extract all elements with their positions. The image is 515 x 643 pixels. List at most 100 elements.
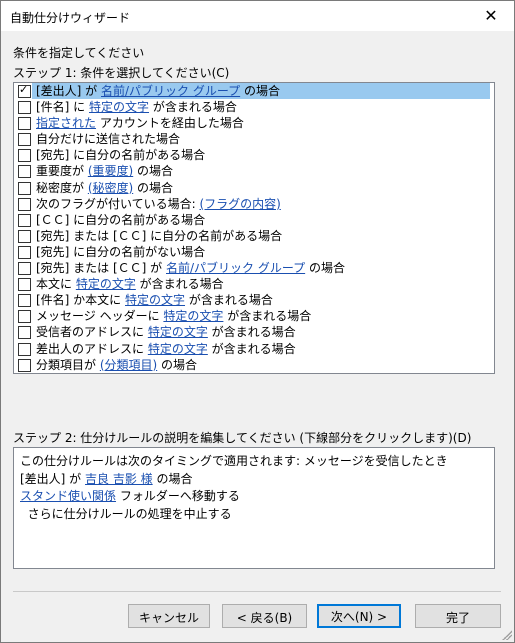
condition-checkbox[interactable]: [18, 165, 31, 179]
condition-label: [宛先] に自分の名前がある場合: [36, 148, 205, 162]
condition-item[interactable]: 分類項目が (分類項目) の場合: [14, 357, 494, 373]
condition-item[interactable]: 本文に 特定の文字 が含まれる場合: [14, 276, 494, 292]
condition-item[interactable]: [件名] か本文に 特定の文字 が含まれる場合: [14, 292, 494, 308]
editable-link[interactable]: (分類項目): [100, 358, 157, 372]
condition-label: [宛先] または [ＣＣ] が 名前/パブリック グループ の場合: [36, 261, 345, 275]
condition-checkbox[interactable]: [18, 262, 31, 276]
button-separator: [13, 591, 501, 592]
condition-text: の場合: [305, 261, 345, 276]
condition-text: が含まれる場合: [149, 100, 237, 115]
condition-label: [ＣＣ] に自分の名前がある場合: [36, 213, 205, 227]
condition-checkbox[interactable]: [18, 213, 31, 227]
condition-text: この仕分けルールは次のタイミングで適用されます: メッセージを受信したとき: [20, 454, 448, 468]
condition-text: さらに仕分けルールの処理を中止する: [20, 506, 232, 521]
description-line: スタンド使い関係 フォルダーへ移動する: [20, 487, 240, 504]
condition-checkbox[interactable]: [18, 101, 31, 115]
condition-label: 秘密度が (秘密度) の場合: [36, 181, 173, 195]
resize-grip[interactable]: [502, 630, 512, 640]
condition-checkbox[interactable]: [18, 342, 31, 356]
condition-item[interactable]: 次のフラグが付いている場合: (フラグの内容): [14, 196, 494, 212]
condition-item[interactable]: 指定された アカウントを経由した場合: [14, 115, 494, 131]
condition-label: [宛先] に自分の名前がない場合: [36, 245, 205, 259]
condition-text: の場合: [152, 471, 193, 486]
finish-button[interactable]: 完了: [415, 604, 501, 628]
next-button[interactable]: 次へ(N) >: [317, 604, 401, 628]
condition-checkbox[interactable]: [18, 310, 31, 324]
condition-text: フォルダーへ移動する: [116, 489, 240, 503]
condition-checkbox[interactable]: [18, 294, 31, 308]
condition-checkbox[interactable]: [18, 149, 31, 163]
condition-item[interactable]: 差出人のアドレスに 特定の文字 が含まれる場合: [14, 341, 494, 357]
condition-checkbox[interactable]: [18, 133, 31, 147]
title-bar: 自動仕分けウィザード ✕: [1, 1, 514, 31]
condition-checkbox[interactable]: [18, 117, 31, 131]
editable-link[interactable]: 特定の文字: [76, 277, 136, 291]
description-line: この仕分けルールは次のタイミングで適用されます: メッセージを受信したとき: [20, 452, 448, 469]
editable-link[interactable]: 特定の文字: [148, 325, 208, 339]
condition-text: [宛先] に自分の名前がある場合: [36, 148, 206, 163]
editable-link[interactable]: スタンド使い関係: [20, 489, 116, 503]
editable-link[interactable]: (重要度): [88, 164, 133, 178]
condition-text: の場合: [157, 357, 198, 372]
condition-text: が含まれる場合: [135, 277, 224, 292]
condition-item[interactable]: [宛先] に自分の名前がある場合: [14, 147, 494, 163]
condition-label: [件名] に 特定の文字 が含まれる場合: [36, 100, 237, 114]
condition-item[interactable]: [ＣＣ] に自分の名前がある場合: [14, 212, 494, 228]
condition-checkbox[interactable]: [18, 358, 31, 372]
editable-link[interactable]: 吉良 吉影 様: [85, 472, 153, 486]
condition-label: 分類項目が (分類項目) の場合: [36, 358, 197, 372]
condition-text: 本文に: [36, 277, 76, 292]
condition-item[interactable]: [件名] に 特定の文字 が含まれる場合: [14, 99, 494, 115]
condition-item[interactable]: 秘密度が (秘密度) の場合: [14, 180, 494, 196]
condition-checkbox[interactable]: [18, 245, 31, 259]
condition-checkbox[interactable]: ✓: [18, 83, 31, 98]
condition-text: の場合: [240, 84, 280, 98]
editable-link[interactable]: (秘密度): [88, 181, 133, 195]
back-button[interactable]: < 戻る(B): [222, 604, 307, 628]
condition-item[interactable]: [宛先] または [ＣＣ] が 名前/パブリック グループ の場合: [14, 260, 494, 276]
condition-label: 重要度が (重要度) の場合: [36, 164, 173, 178]
conditions-listbox[interactable]: ✓ [差出人] が 名前/パブリック グループ の場合 [件名] に 特定の文字 が…: [13, 82, 495, 374]
cancel-button[interactable]: キャンセル: [128, 604, 210, 628]
condition-text: の場合: [133, 164, 174, 179]
condition-item[interactable]: ✓ [差出人] が 名前/パブリック グループ の場合: [14, 83, 494, 99]
condition-checkbox[interactable]: [18, 197, 31, 211]
condition-checkbox[interactable]: [18, 326, 31, 340]
condition-text: 重要度が: [36, 164, 88, 179]
instructions-text: 条件を指定してください: [13, 46, 145, 60]
condition-item[interactable]: 重要度が (重要度) の場合: [14, 163, 494, 179]
editable-link[interactable]: 特定の文字: [163, 309, 223, 323]
condition-text: が含まれる場合: [207, 341, 296, 356]
condition-item[interactable]: [宛先] または [ＣＣ] に自分の名前がある場合: [14, 228, 494, 244]
condition-item[interactable]: [宛先] に自分の名前がない場合: [14, 244, 494, 260]
check-icon: ✓: [19, 83, 29, 96]
rule-description-box: この仕分けルールは次のタイミングで適用されます: メッセージを受信したとき [差出…: [13, 447, 495, 569]
condition-text: [宛先] または [ＣＣ] に自分の名前がある場合: [36, 228, 283, 243]
condition-label: 差出人のアドレスに 特定の文字 が含まれる場合: [36, 342, 296, 356]
condition-checkbox[interactable]: [18, 229, 31, 243]
wizard-window: 自動仕分けウィザード ✕ 条件を指定してください ステップ 1: 条件を選択して…: [0, 0, 515, 643]
editable-link[interactable]: 名前/パブリック グループ: [101, 84, 240, 98]
editable-link[interactable]: 名前/パブリック グループ: [166, 261, 305, 275]
description-line: [差出人] が 吉良 吉影 様 の場合: [20, 470, 192, 487]
condition-text: が含まれる場合: [207, 325, 296, 340]
condition-label: [件名] か本文に 特定の文字 が含まれる場合: [36, 293, 273, 307]
editable-link[interactable]: 特定の文字: [125, 293, 185, 307]
editable-link[interactable]: 指定された: [36, 116, 96, 130]
condition-text: メッセージ ヘッダーに: [36, 309, 164, 324]
description-line: さらに仕分けルールの処理を中止する: [20, 505, 232, 522]
condition-checkbox[interactable]: [18, 181, 31, 195]
condition-text: 秘密度が: [36, 180, 88, 195]
condition-text: 分類項目が: [36, 357, 100, 372]
editable-link[interactable]: 特定の文字: [148, 342, 208, 356]
condition-checkbox[interactable]: [18, 278, 31, 292]
editable-link[interactable]: (フラグの内容): [200, 197, 281, 211]
condition-item[interactable]: 受信者のアドレスに 特定の文字 が含まれる場合: [14, 324, 494, 340]
condition-text: 差出人のアドレスに: [36, 341, 148, 356]
editable-link[interactable]: 特定の文字: [89, 100, 149, 114]
step1-label: ステップ 1: 条件を選択してください(C): [13, 66, 230, 80]
condition-item[interactable]: メッセージ ヘッダーに 特定の文字 が含まれる場合: [14, 308, 494, 324]
close-icon[interactable]: ✕: [468, 1, 514, 31]
condition-text: [件名] に: [36, 100, 89, 115]
condition-item[interactable]: 自分だけに送信された場合: [14, 131, 494, 147]
